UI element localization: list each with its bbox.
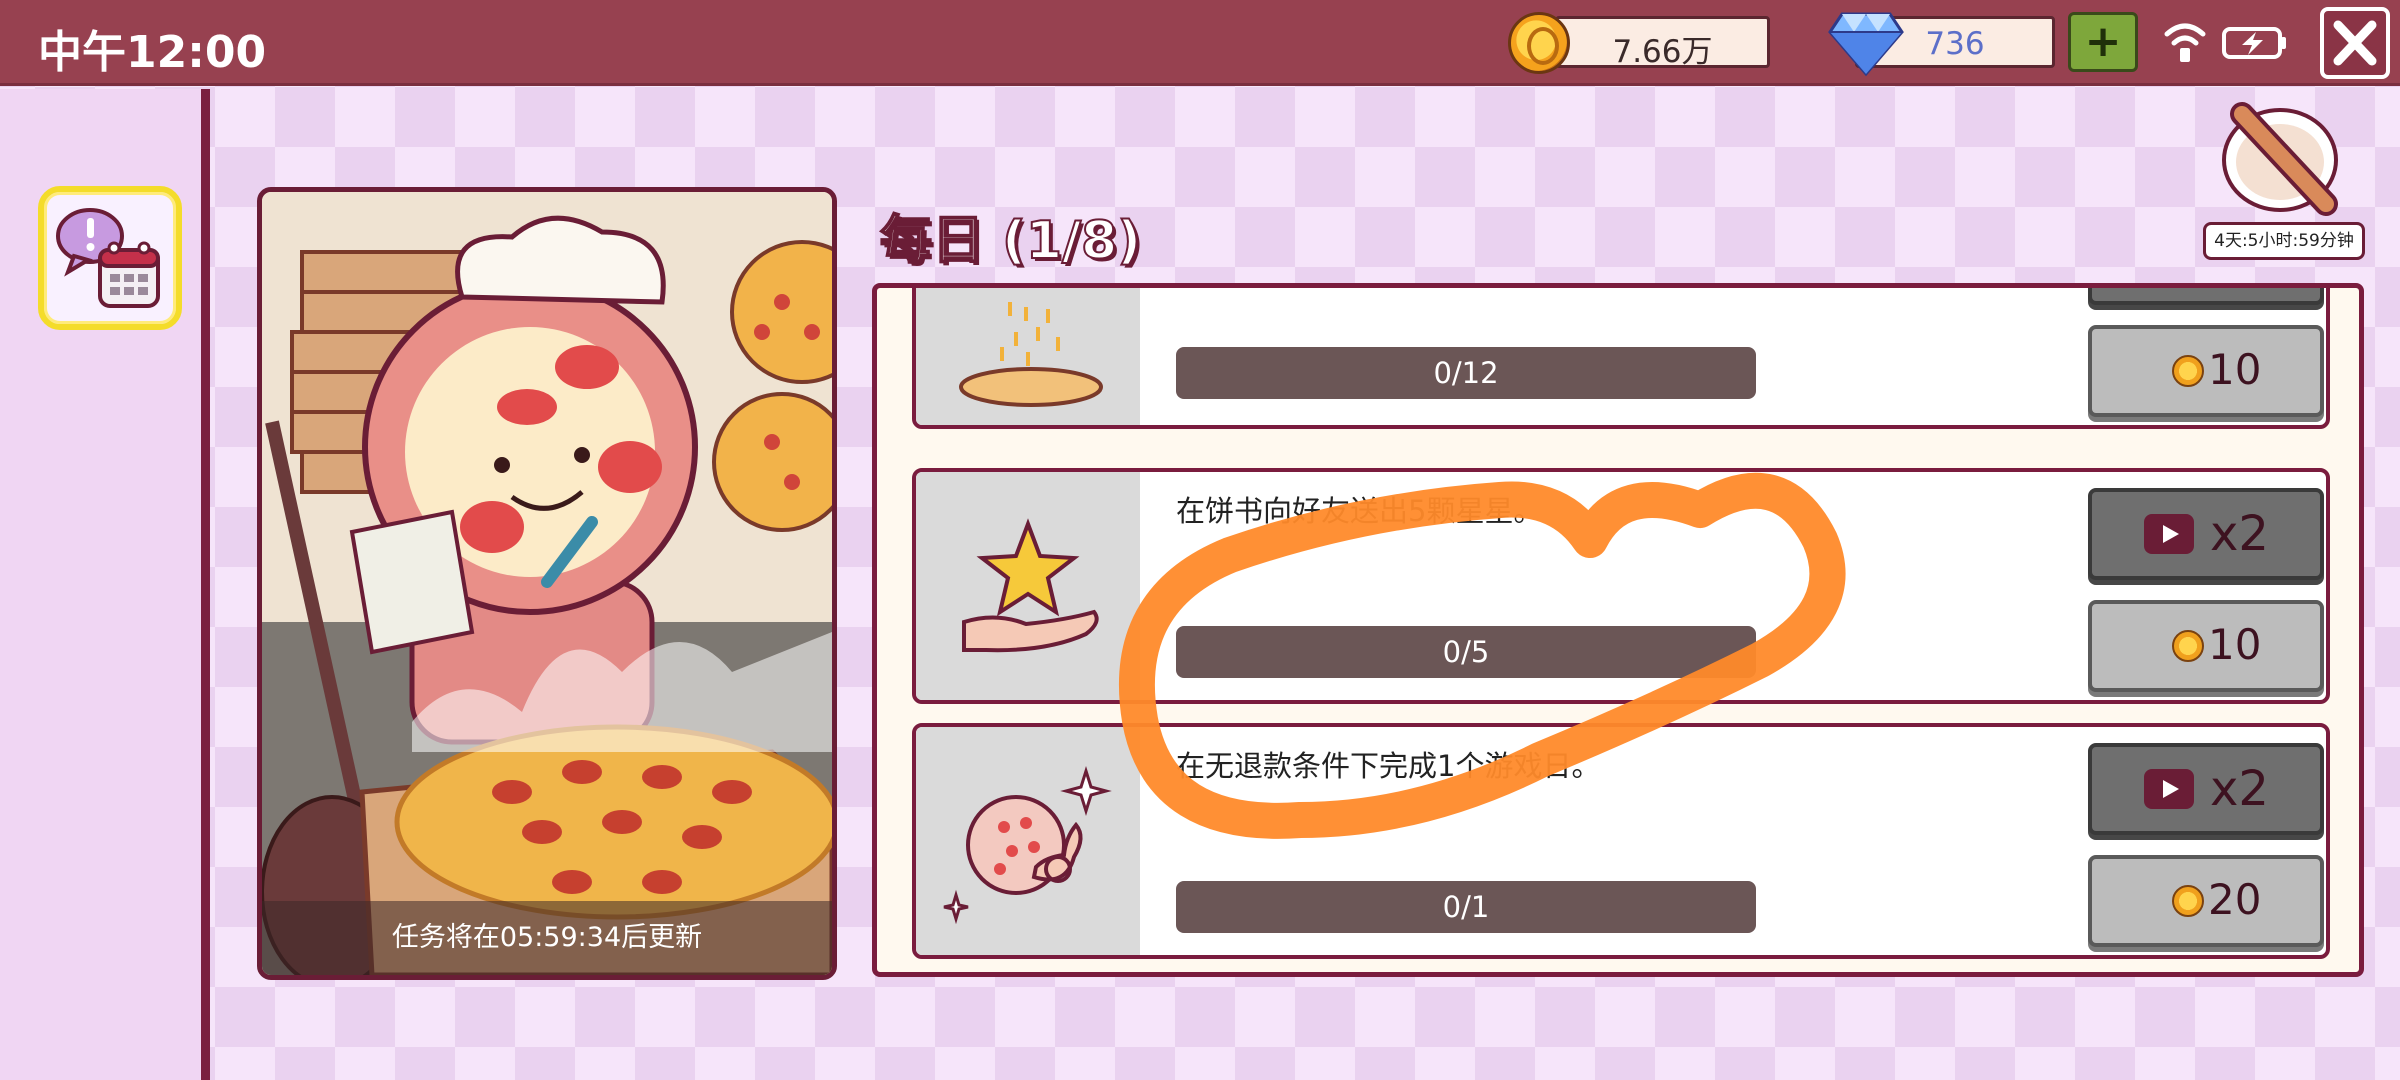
task-progress-bar: 0/12 [1176, 347, 1756, 399]
claim-coins-button[interactable]: 20 [2088, 855, 2324, 947]
chef-illustration-panel: 任务将在05:59:34后更新 [257, 187, 837, 980]
rolling-pin-dough-icon[interactable] [2218, 100, 2348, 218]
daily-section-title: 每日 (1/8) [879, 210, 1142, 272]
pizza-cheese-icon [959, 302, 1103, 407]
coin-amount: 7.66万 [1612, 34, 1713, 70]
coin-icon [2172, 885, 2204, 917]
task-card: 在饼书向好友送出5颗星星。 x2 0/5 10 [912, 468, 2330, 704]
event-timer-label: 4天:5小时:59分钟 [2203, 222, 2365, 260]
watch-video-double-button[interactable] [2088, 288, 2324, 305]
daily-tasks-tab-button[interactable] [38, 186, 182, 330]
close-button[interactable] [2320, 7, 2390, 79]
reward-amount: 20 [2208, 875, 2262, 924]
watch-video-double-button[interactable]: x2 [2088, 743, 2324, 835]
task-description: 在无退款条件下完成1个游戏日。 [1176, 749, 1601, 783]
top-bar: 中午12:00 7.66万 736 + [0, 0, 2400, 86]
pizza-chef-illustration [262, 192, 832, 975]
video-icon [2144, 769, 2194, 809]
task-description: 在饼书向好友送出5颗星星。 [1176, 494, 1543, 528]
claim-coins-button[interactable]: 10 [2088, 325, 2324, 417]
task-progress-bar: 0/1 [1176, 881, 1756, 933]
video-bonus-label: x2 [2210, 506, 2269, 562]
task-card: 0/12 10 [912, 288, 2330, 429]
wifi-icon [2164, 23, 2206, 62]
claim-coins-button[interactable]: 10 [2088, 600, 2324, 692]
task-icon-area [916, 472, 1140, 700]
video-icon [2144, 514, 2194, 554]
add-gems-button[interactable]: + [2068, 12, 2138, 72]
reward-amount: 10 [2208, 620, 2262, 669]
refresh-countdown: 任务将在05:59:34后更新 [262, 901, 832, 975]
task-card: 在无退款条件下完成1个游戏日。 x2 0/1 20 [912, 723, 2330, 959]
task-icon-area [916, 727, 1140, 955]
task-list[interactable]: 0/12 10 在饼书向好友送出5颗星星。 x2 0/5 10 在无退款条件下完… [872, 283, 2364, 977]
pizza-ok-icon [943, 765, 1112, 925]
battery-charging-icon [2222, 27, 2286, 59]
video-bonus-label: x2 [2210, 761, 2269, 817]
close-icon [2333, 20, 2377, 66]
chat-calendar-icon [56, 208, 160, 308]
coin-icon [2172, 630, 2204, 662]
reward-amount: 10 [2208, 345, 2262, 394]
diamond-icon [1828, 12, 1904, 77]
task-progress-bar: 0/5 [1176, 626, 1756, 678]
coin-icon [1508, 12, 1570, 74]
star-hand-icon [962, 518, 1099, 653]
coin-icon [2172, 355, 2204, 387]
clock-time: 中午12:00 [38, 27, 267, 78]
task-icon-area [916, 288, 1140, 425]
coin-balance[interactable]: 7.66万 [1555, 16, 1770, 70]
watch-video-double-button[interactable]: x2 [2088, 488, 2324, 580]
